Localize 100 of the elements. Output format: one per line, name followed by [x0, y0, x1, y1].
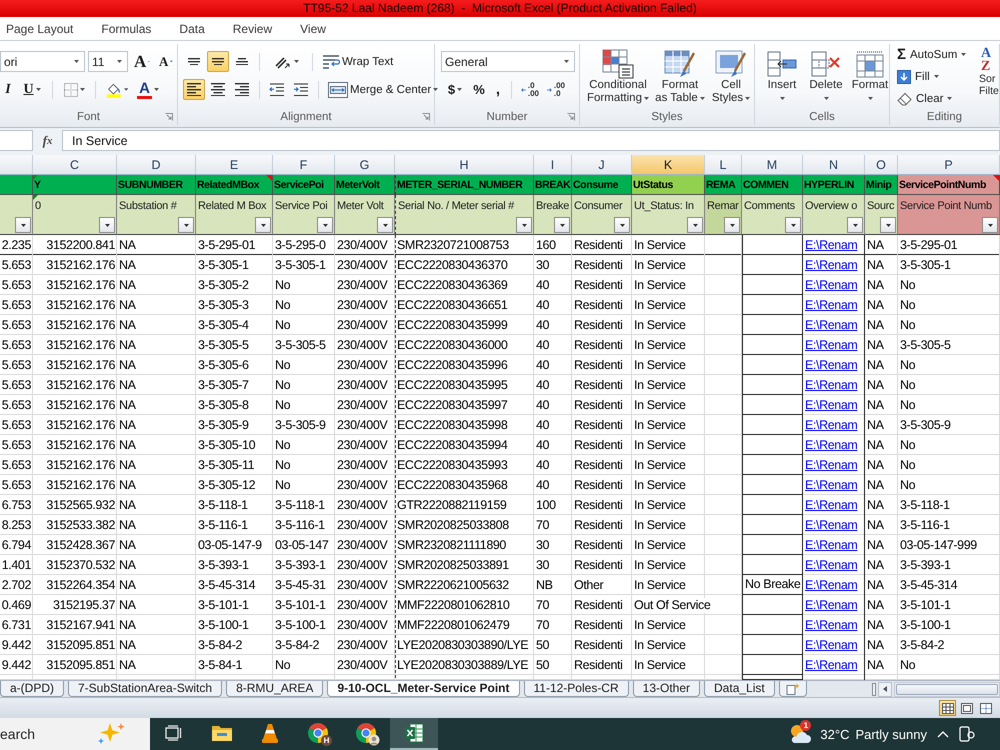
percent-button[interactable]: %: [469, 79, 489, 100]
device-button[interactable]: [959, 726, 975, 742]
grow-font-button[interactable]: A: [131, 51, 153, 72]
ribbon-tab[interactable]: Review: [230, 20, 274, 38]
file-path-link[interactable]: E:\Renam: [805, 438, 858, 452]
file-path-link[interactable]: E:\Renam: [805, 278, 858, 292]
file-path-link[interactable]: E:\Renam: [805, 638, 858, 652]
filter-button[interactable]: [785, 217, 801, 233]
file-path-link[interactable]: E:\Renam: [805, 378, 858, 392]
sheet-tab[interactable]: 8-RMU_AREA: [226, 681, 324, 697]
file-path-link[interactable]: E:\Renam: [805, 558, 858, 572]
filter-button[interactable]: [317, 217, 333, 233]
view-button[interactable]: [939, 700, 956, 716]
currency-button[interactable]: $: [443, 79, 467, 100]
ribbon-tab[interactable]: View: [298, 20, 328, 38]
sheet-tab[interactable]: 13-Other: [632, 681, 700, 697]
column-header[interactable]: I: [534, 155, 572, 175]
filter-button[interactable]: [880, 217, 896, 233]
fill-button[interactable]: Fill: [894, 66, 976, 87]
split-handle-icon[interactable]: [872, 682, 876, 696]
dialog-launcher-icon[interactable]: [165, 112, 173, 120]
filter-button[interactable]: [614, 217, 630, 233]
file-path-link[interactable]: E:\Renam: [805, 538, 858, 552]
sheet-tab[interactable]: 9-10-OCL_Meter-Service Point: [327, 681, 520, 697]
filter-button[interactable]: [516, 217, 532, 233]
delete-cells-button[interactable]: Delete: [805, 47, 847, 108]
file-path-link[interactable]: E:\Renam: [805, 418, 858, 432]
filter-button[interactable]: [99, 217, 115, 233]
file-path-link[interactable]: E:\Renam: [805, 338, 858, 352]
filter-button[interactable]: [15, 217, 31, 233]
dialog-launcher-icon[interactable]: [422, 112, 430, 120]
file-path-link[interactable]: E:\Renam: [805, 518, 858, 532]
name-box-field[interactable]: [0, 130, 33, 151]
scroll-left-button[interactable]: [878, 682, 892, 696]
sheet-tab[interactable]: 7-SubStationArea-Switch: [68, 681, 222, 697]
number-format-field[interactable]: General: [441, 51, 575, 72]
shrink-font-button[interactable]: A: [156, 51, 176, 72]
column-header[interactable]: C: [33, 155, 117, 175]
column-header[interactable]: G: [335, 155, 395, 175]
column-header[interactable]: P: [898, 155, 1000, 175]
sort-filter-button[interactable]: A Z Sor Filte: [978, 44, 1000, 108]
file-path-link[interactable]: E:\Renam: [805, 478, 858, 492]
view-button[interactable]: [958, 700, 975, 716]
file-path-link[interactable]: E:\Renam: [805, 458, 858, 472]
filter-button[interactable]: [178, 217, 194, 233]
autosum-button[interactable]: Σ AutoSum: [894, 44, 976, 65]
column-header[interactable]: F: [273, 155, 335, 175]
column-header[interactable]: M: [742, 155, 803, 175]
filter-button[interactable]: [687, 217, 703, 233]
filter-button[interactable]: [847, 217, 863, 233]
weather-button[interactable]: 1: [788, 723, 812, 745]
file-path-link[interactable]: E:\Renam: [805, 618, 858, 632]
decrease-decimal-button[interactable]: .00 .0: [544, 79, 568, 100]
file-path-link[interactable]: E:\Renam: [805, 498, 858, 512]
underline-button[interactable]: U: [19, 79, 45, 100]
column-header[interactable]: O: [865, 155, 898, 175]
column-header[interactable]: N: [803, 155, 865, 175]
show-hidden-icons-button[interactable]: [937, 730, 949, 738]
wrap-text-button[interactable]: Wrap Text: [319, 51, 396, 72]
merge-center-button[interactable]: Merge & Center: [325, 79, 442, 100]
vertical-align-button[interactable]: [207, 51, 229, 72]
file-path-link[interactable]: E:\Renam: [805, 398, 858, 412]
column-header[interactable]: H: [395, 155, 534, 175]
view-button[interactable]: [977, 700, 994, 716]
font-name-field[interactable]: ori: [0, 51, 85, 72]
taskbar-app-button[interactable]: H: [294, 718, 342, 750]
format-cells-button[interactable]: Format: [849, 47, 891, 108]
sheet-tab[interactable]: a-(DPD): [0, 681, 64, 697]
taskbar-app-button[interactable]: [390, 718, 438, 750]
file-path-link[interactable]: E:\Renam: [805, 578, 858, 592]
filter-button[interactable]: [255, 217, 271, 233]
comma-button[interactable]: ,: [491, 79, 505, 100]
new-sheet-button[interactable]: [778, 681, 807, 697]
file-path-link[interactable]: E:\Renam: [805, 258, 858, 272]
increase-decimal-button[interactable]: .0 .00: [518, 79, 542, 100]
sheet-tab[interactable]: 11-12-Poles-CR: [524, 681, 629, 697]
filter-button[interactable]: [554, 217, 570, 233]
search-field[interactable]: earch: [0, 718, 150, 750]
column-header[interactable]: J: [572, 155, 632, 175]
italic-button[interactable]: I: [0, 79, 16, 100]
file-path-link[interactable]: E:\Renam: [805, 598, 858, 612]
font-size-field[interactable]: 11: [88, 51, 128, 72]
sheet-tab[interactable]: Data_List: [704, 681, 775, 697]
column-header[interactable]: D: [117, 155, 196, 175]
font-color-button[interactable]: A: [134, 79, 162, 100]
file-path-link[interactable]: E:\Renam: [805, 358, 858, 372]
ribbon-tab[interactable]: Page Layout: [4, 20, 76, 38]
conditional-styles-button[interactable]: Conditional Formatting: [584, 47, 652, 108]
column-header[interactable]: K: [632, 155, 705, 175]
column-header[interactable]: L: [705, 155, 742, 175]
filter-button[interactable]: [724, 217, 740, 233]
insert-cells-button[interactable]: Insert: [761, 47, 803, 108]
file-path-link[interactable]: E:\Renam: [805, 318, 858, 332]
filter-button[interactable]: [377, 217, 393, 233]
file-path-link[interactable]: E:\Renam: [805, 238, 858, 252]
file-path-link[interactable]: E:\Renam: [805, 298, 858, 312]
clear-button[interactable]: Clear: [894, 88, 976, 109]
filter-button[interactable]: [982, 217, 998, 233]
horizontal-align-button[interactable]: [183, 79, 205, 100]
ribbon-tab[interactable]: Formulas: [99, 20, 154, 38]
